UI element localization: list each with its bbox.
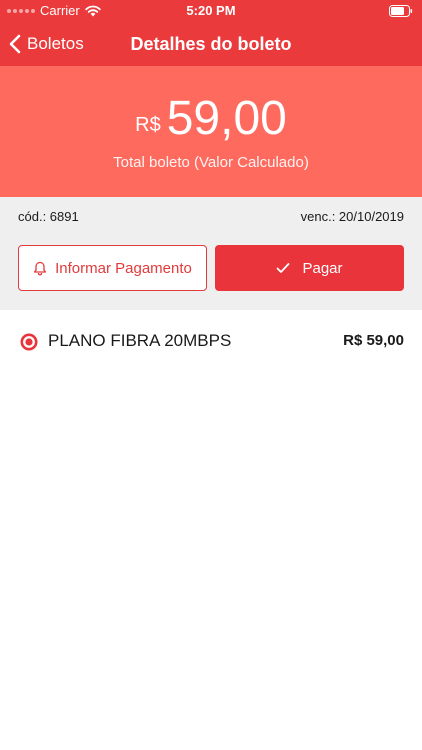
total-amount: 59,00 — [166, 92, 287, 145]
bell-icon — [33, 261, 47, 275]
back-label: Boletos — [27, 34, 84, 53]
total-summary: R$ 59,00 Total boleto (Valor Calculado) — [0, 66, 422, 197]
chevron-left-icon — [9, 34, 21, 54]
status-time: 5:20 PM — [186, 3, 236, 18]
info-panel: cód.: 6891 venc.: 20/10/2019 Informar Pa… — [0, 197, 422, 310]
total-caption: Total boleto (Valor Calculado) — [113, 154, 309, 171]
item-price: R$ 59,00 — [343, 332, 404, 349]
navigation-bar: Detalhes do boleto Boletos — [0, 22, 422, 66]
pay-button[interactable]: Pagar — [215, 245, 404, 291]
inform-payment-button[interactable]: Informar Pagamento — [18, 245, 207, 291]
amount-row: R$ 59,00 — [0, 93, 422, 145]
item-label: PLANO FIBRA 20MBPS — [48, 331, 232, 350]
radio-selected-icon[interactable] — [20, 333, 38, 351]
currency-symbol: R$ — [135, 114, 161, 136]
list-item[interactable]: PLANO FIBRA 20MBPS R$ 59,00 — [0, 310, 422, 370]
boleto-code: cód.: 6891 — [18, 209, 79, 224]
back-button[interactable]: Boletos — [9, 22, 84, 66]
due-date: venc.: 20/10/2019 — [300, 209, 404, 224]
battery-icon — [389, 5, 413, 17]
inform-payment-label: Informar Pagamento — [55, 259, 192, 277]
check-icon — [277, 263, 290, 273]
pay-label: Pagar — [302, 259, 343, 277]
status-bar: Carrier 5:20 PM — [0, 0, 422, 22]
